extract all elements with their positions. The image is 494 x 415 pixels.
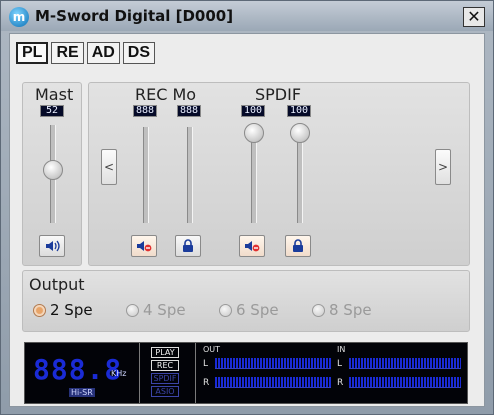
mix-group: < > REC Mo SPDIF 888 888 100 100 [88, 82, 470, 266]
divider [195, 343, 196, 403]
window-title: M-Sword Digital [D000] [35, 7, 234, 25]
spdif-slider-knob-left[interactable] [244, 123, 264, 143]
master-slider-knob[interactable] [43, 160, 63, 181]
output-group: Output 2 Spe 4 Spe 6 Spe 8 Spe [22, 270, 470, 332]
master-level-display: 52 [40, 105, 64, 117]
scroll-left-button[interactable]: < [101, 149, 117, 185]
master-mute-button[interactable] [39, 235, 65, 257]
spdif-link-button[interactable] [285, 235, 311, 257]
tab-ds[interactable]: DS [122, 42, 156, 64]
spdif-label: SPDIF [255, 85, 302, 104]
radio-label: 4 Spe [143, 301, 186, 319]
out-left-label: L [203, 359, 209, 369]
out-right-label: R [203, 378, 210, 388]
spdif-slider-knob-right[interactable] [290, 123, 310, 143]
divider [139, 343, 140, 403]
sample-rate-display: 888.8 [33, 353, 123, 386]
tab-ad[interactable]: AD [86, 42, 120, 64]
status-meter-panel: 888.8 KHz Hi-SR PLAY REC SPDIF ASIO OUT … [24, 342, 468, 404]
radio-label: 6 Spe [236, 301, 279, 319]
tab-bar: PL RE AD DS [16, 42, 156, 64]
rec-slider-track-right[interactable] [187, 127, 193, 223]
stream-rec-indicator: REC [151, 360, 179, 371]
in-left-label: L [337, 359, 343, 369]
rec-link-button[interactable] [175, 235, 201, 257]
hi-sr-badge: Hi-SR [69, 388, 95, 397]
master-group: Mast 52 [22, 82, 82, 266]
rec-level-display-right: 888 [177, 105, 201, 117]
rec-slider-track-left[interactable] [143, 127, 149, 223]
radio-label: 8 Spe [329, 301, 372, 319]
in-right-level-bar [349, 377, 461, 388]
radio-dot[interactable] [126, 303, 139, 317]
scroll-right-button[interactable]: > [435, 149, 451, 185]
tab-re[interactable]: RE [51, 42, 84, 64]
app-window: m M-Sword Digital [D000] ✕ PL RE AD DS M… [0, 0, 494, 415]
spdif-level-display-right: 100 [287, 105, 311, 117]
mixer-panel: PL RE AD DS Mast 52 < > REC Mo SPDIF 888… [9, 33, 485, 407]
radio-8-speakers[interactable]: 8 Spe [312, 301, 405, 319]
speaker-icon [46, 240, 60, 252]
lock-icon [293, 239, 303, 252]
master-label: Mast [35, 85, 74, 104]
out-right-level-bar [215, 377, 331, 388]
radio-label: 2 Spe [50, 301, 93, 319]
speaker-options: 2 Spe 4 Spe 6 Spe 8 Spe [33, 301, 405, 319]
radio-4-speakers[interactable]: 4 Spe [126, 301, 219, 319]
rec-mute-button[interactable] [131, 235, 157, 257]
sample-rate-unit: KHz [111, 369, 127, 378]
radio-dot[interactable] [312, 303, 325, 317]
stream-play-indicator: PLAY [151, 347, 179, 358]
in-left-level-bar [349, 358, 461, 369]
in-right-label: R [337, 378, 344, 388]
radio-dot[interactable] [219, 303, 232, 317]
stream-asio-indicator: ASIO [151, 386, 179, 397]
spdif-mute-button[interactable] [239, 235, 265, 257]
radio-2-speakers[interactable]: 2 Spe [33, 301, 126, 319]
radio-dot[interactable] [33, 303, 46, 317]
stream-spdif-indicator: SPDIF [151, 373, 179, 384]
radio-6-speakers[interactable]: 6 Spe [219, 301, 312, 319]
tab-pl[interactable]: PL [16, 42, 49, 64]
output-label: Output [29, 275, 85, 294]
out-meter-title: OUT [203, 345, 221, 354]
out-left-level-bar [215, 358, 331, 369]
rec-monitor-label: REC Mo [135, 85, 197, 104]
in-meter-title: IN [337, 345, 346, 354]
speaker-muted-icon [137, 241, 152, 252]
close-button[interactable]: ✕ [463, 7, 485, 27]
app-logo-icon: m [9, 7, 29, 27]
title-bar[interactable]: m M-Sword Digital [D000] ✕ [1, 1, 493, 31]
rec-level-display-left: 888 [133, 105, 157, 117]
speaker-muted-icon [245, 241, 260, 252]
spdif-level-display-left: 100 [241, 105, 265, 117]
lock-icon [183, 239, 193, 252]
